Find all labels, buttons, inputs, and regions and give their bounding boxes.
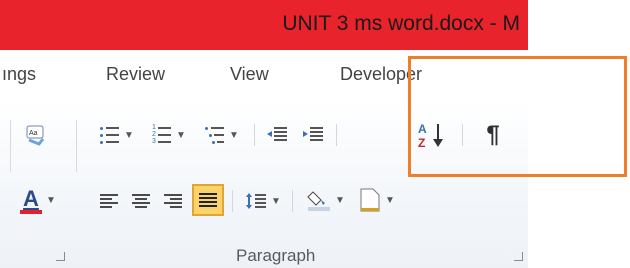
numbering-button[interactable]: 1 2 3 ▼ bbox=[146, 120, 192, 150]
tab-mailings[interactable]: ıngs bbox=[2, 64, 36, 85]
multilevel-list-button[interactable]: ▼ bbox=[198, 120, 246, 150]
bullets-button[interactable]: ▼ bbox=[94, 120, 140, 150]
align-center-button[interactable] bbox=[126, 186, 156, 216]
chevron-down-icon: ▼ bbox=[271, 195, 281, 207]
paragraph-dialog-launcher-icon[interactable] bbox=[514, 252, 523, 261]
bullets-icon bbox=[100, 126, 120, 144]
chevron-down-icon: ▼ bbox=[229, 129, 239, 141]
chevron-down-icon: ▼ bbox=[335, 194, 345, 206]
toolbar-separator bbox=[292, 190, 293, 212]
font-color-letter: A bbox=[23, 186, 39, 211]
font-color-icon: A bbox=[20, 186, 43, 214]
align-right-icon bbox=[164, 193, 182, 209]
group-separator bbox=[10, 120, 11, 172]
font-color-swatch bbox=[20, 210, 43, 214]
tab-review[interactable]: Review bbox=[106, 64, 165, 85]
group-separator bbox=[76, 120, 77, 172]
dialog-launcher-icon[interactable] bbox=[56, 252, 65, 261]
align-center-icon bbox=[132, 193, 150, 209]
toolbar-separator bbox=[232, 190, 233, 212]
decrease-indent-button[interactable] bbox=[262, 120, 292, 150]
chevron-down-icon: ▼ bbox=[124, 129, 134, 141]
borders-button[interactable]: ▼ bbox=[354, 184, 400, 216]
chevron-down-icon: ▼ bbox=[176, 129, 186, 141]
clear-formatting-button[interactable]: Aa bbox=[20, 120, 50, 150]
window-title: UNIT 3 ms word.docx - M bbox=[282, 12, 520, 35]
chevron-down-icon: ▼ bbox=[46, 194, 56, 206]
chevron-down-icon: ▼ bbox=[385, 194, 395, 206]
title-bar: UNIT 3 ms word.docx - M bbox=[0, 0, 528, 50]
toolbar-separator bbox=[254, 124, 255, 146]
highlight-annotation-box bbox=[408, 56, 627, 177]
align-left-icon bbox=[100, 193, 118, 209]
align-left-button[interactable] bbox=[94, 186, 124, 216]
shading-button[interactable]: ▼ bbox=[302, 184, 350, 216]
tab-view[interactable]: View bbox=[230, 64, 269, 85]
increase-indent-icon bbox=[303, 127, 323, 141]
clear-formatting-icon: Aa bbox=[26, 125, 45, 146]
justify-button[interactable] bbox=[192, 184, 224, 216]
font-color-button[interactable]: A ▼ bbox=[18, 182, 58, 218]
borders-icon bbox=[360, 188, 380, 212]
decrease-indent-icon bbox=[267, 127, 287, 141]
svg-text:Aa: Aa bbox=[29, 130, 38, 137]
line-spacing-button[interactable]: ▼ bbox=[240, 186, 286, 216]
shading-icon bbox=[307, 191, 331, 211]
toolbar-separator bbox=[336, 124, 337, 146]
justify-icon bbox=[199, 192, 217, 208]
paragraph-group-label: Paragraph bbox=[236, 246, 316, 265]
increase-indent-button[interactable] bbox=[298, 120, 328, 150]
align-right-button[interactable] bbox=[158, 186, 188, 216]
numbering-icon: 1 2 3 bbox=[152, 124, 172, 145]
line-spacing-icon bbox=[246, 193, 267, 209]
multilevel-list-icon bbox=[205, 126, 225, 144]
